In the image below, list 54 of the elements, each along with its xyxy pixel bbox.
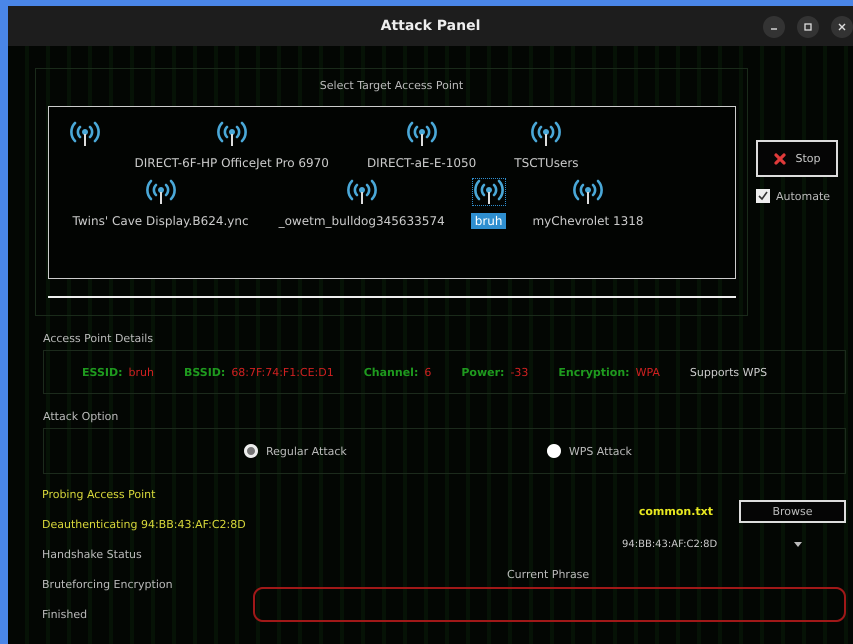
field-value: bruh xyxy=(128,366,154,378)
window-title: Attack Panel xyxy=(380,18,480,34)
checkbox-icon[interactable] xyxy=(756,189,770,203)
stage-label: Deauthenticating 94:BB:43:AF:C2:8D xyxy=(42,518,247,531)
field-label: Channel: xyxy=(364,366,418,378)
field-value: 68:7F:74:F1:CE:D1 xyxy=(231,366,334,378)
access-point-name[interactable]: TSCTUsers xyxy=(510,155,583,171)
antenna-icon[interactable] xyxy=(472,179,505,205)
stage-label: Bruteforcing Encryption xyxy=(42,578,174,591)
browse-button[interactable]: Browse xyxy=(739,500,846,523)
client-dropdown[interactable]: 94:BB:43:AF:C2:8D xyxy=(616,535,808,554)
field-label: Power: xyxy=(461,366,504,378)
close-icon xyxy=(837,22,847,32)
section-title: Attack Option xyxy=(43,410,120,423)
maximize-icon xyxy=(803,22,813,32)
caret-icon xyxy=(794,542,802,547)
access-point-name[interactable]: Twins' Cave Display.B624.ync xyxy=(68,213,253,229)
stage-label: Handshake Status xyxy=(42,548,143,561)
antenna-icon[interactable] xyxy=(144,179,177,205)
attack-radio[interactable]: Regular Attack xyxy=(244,444,347,458)
field-label: Encryption: xyxy=(558,366,630,378)
wordlist-filename: common.txt xyxy=(638,505,713,518)
section-title: Access Point Details xyxy=(43,332,154,345)
radio-icon[interactable] xyxy=(244,444,258,458)
field-label: ESSID: xyxy=(82,366,122,378)
phrase-field[interactable] xyxy=(253,587,846,622)
close-icon xyxy=(773,152,788,166)
stage-label: Probing Access Point xyxy=(42,488,156,501)
close-button[interactable] xyxy=(831,16,853,38)
antenna-icon[interactable] xyxy=(572,179,604,205)
access-point-name[interactable]: DIRECT-aE-E-1050 xyxy=(362,155,480,171)
stop-button[interactable]: Stop xyxy=(756,140,838,177)
antenna-icon[interactable] xyxy=(530,121,562,147)
access-point-name[interactable]: DIRECT-6F-HP OfficeJet Pro 6970 xyxy=(130,155,333,171)
minimize-button[interactable] xyxy=(763,16,785,38)
access-point-name[interactable]: _owetm_bulldog345633574 xyxy=(274,213,449,229)
stage-label: Finished xyxy=(42,608,88,621)
field-value: WPA xyxy=(636,366,660,378)
wps-note: Supports WPS xyxy=(690,366,768,378)
field-value: -33 xyxy=(510,366,528,378)
antenna-icon[interactable] xyxy=(406,121,438,147)
section-title: Select Target Access Point xyxy=(320,79,464,92)
field-label: Current Phrase xyxy=(507,568,590,581)
antenna-icon[interactable] xyxy=(68,121,100,147)
antenna-icon[interactable] xyxy=(346,179,378,205)
field-value: 6 xyxy=(424,366,432,378)
field-label: BSSID: xyxy=(184,366,226,378)
antenna-icon[interactable] xyxy=(216,121,248,147)
automate-checkbox[interactable]: Automate xyxy=(756,189,838,203)
maximize-button[interactable] xyxy=(797,16,819,38)
access-point-name[interactable]: bruh xyxy=(470,213,506,229)
radio-icon[interactable] xyxy=(546,444,561,458)
access-point-name[interactable]: myChevrolet 1318 xyxy=(528,213,648,229)
attack-radio[interactable]: WPS Attack xyxy=(546,444,632,458)
